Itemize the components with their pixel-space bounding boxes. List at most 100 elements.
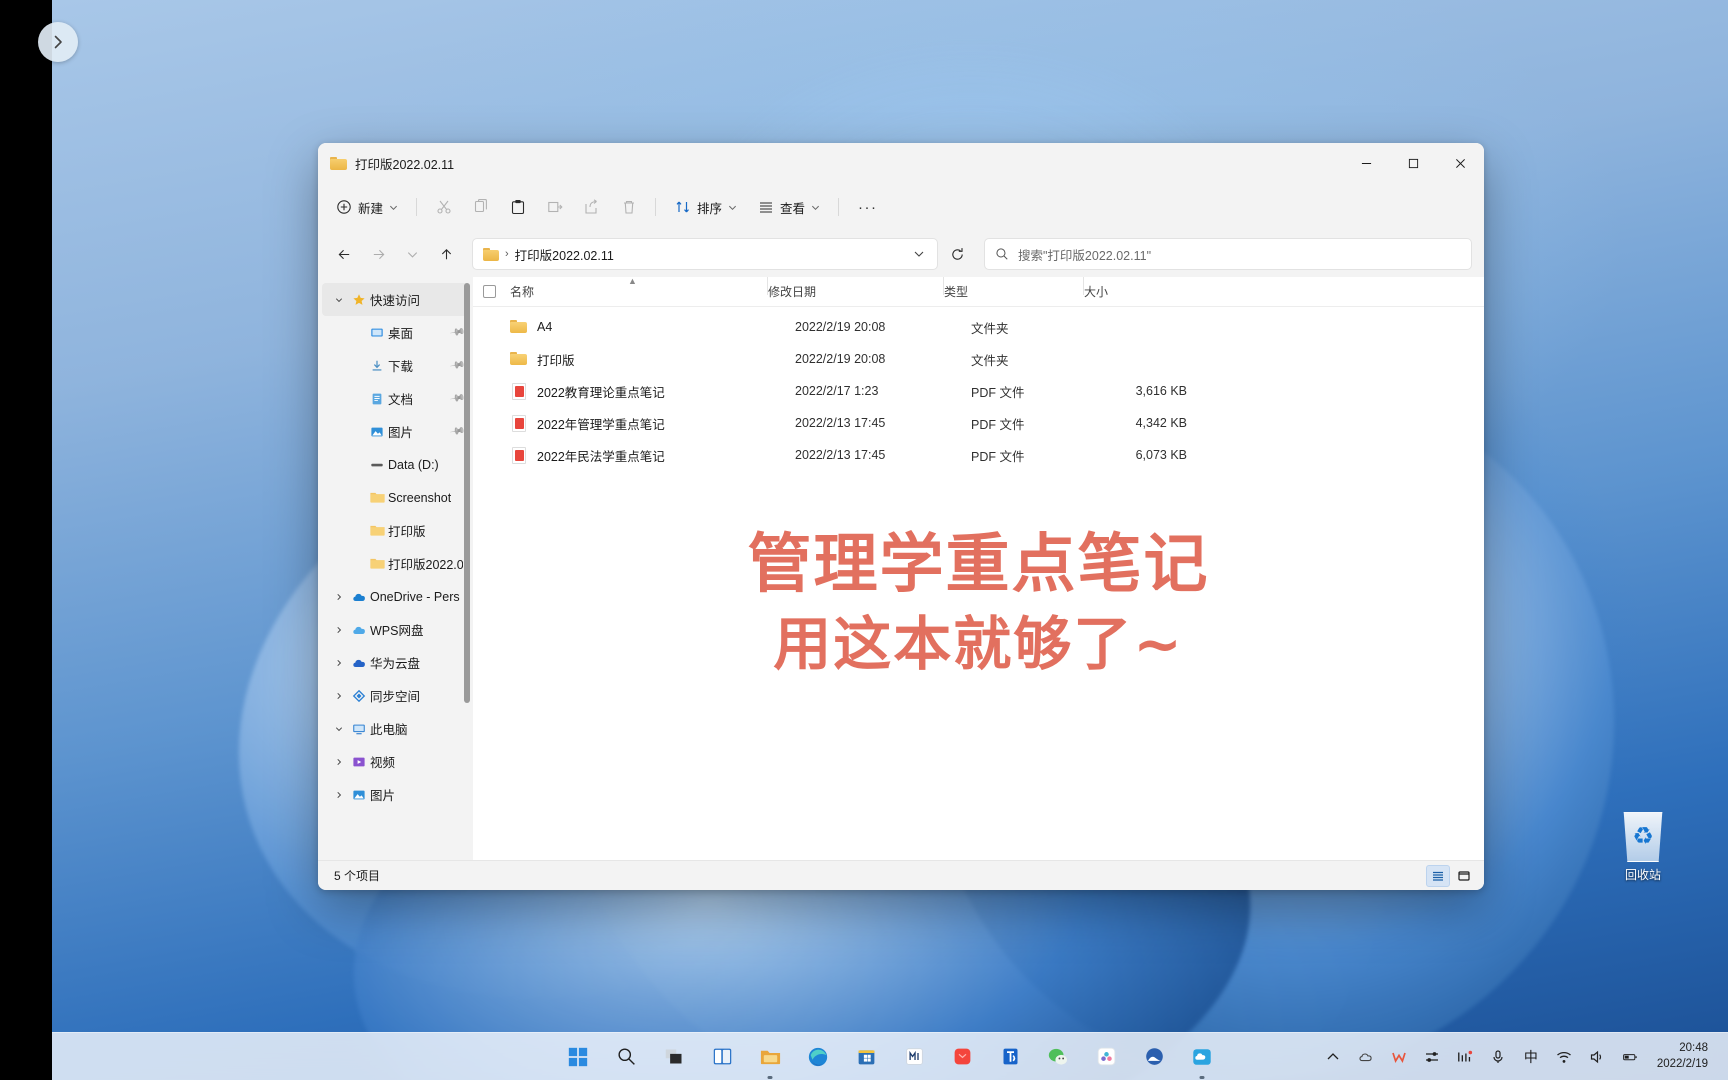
widgets-button[interactable] (705, 1040, 739, 1074)
paste-button[interactable] (500, 191, 535, 223)
file-explorer-button[interactable] (753, 1040, 787, 1079)
back-button[interactable] (328, 238, 360, 270)
share-button[interactable] (574, 191, 609, 223)
sidebar-item-4[interactable]: 文档 📌 (322, 382, 469, 415)
sidebar-item-7[interactable]: Screenshot (322, 481, 469, 514)
address-dropdown-button[interactable] (907, 242, 931, 266)
chevron-right-icon[interactable] (330, 646, 348, 679)
sort-button[interactable]: 排序 (665, 191, 746, 223)
chevron-right-icon[interactable] (330, 679, 348, 712)
sidebar-item-12[interactable]: 华为云盘 (322, 646, 469, 679)
chevron-down-icon[interactable] (330, 283, 348, 316)
xiaohongshu-button[interactable] (945, 1040, 979, 1074)
cut-button[interactable] (426, 191, 461, 223)
up-button[interactable] (430, 238, 462, 270)
panel-reveal-button[interactable] (38, 22, 78, 62)
battery-tray-icon[interactable] (1620, 1046, 1640, 1068)
more-options-button[interactable]: ··· (848, 191, 888, 223)
sync-disk-button[interactable] (1089, 1040, 1123, 1074)
row-checkbox[interactable] (483, 449, 496, 462)
view-button[interactable]: 查看 (748, 191, 829, 223)
chevron-down-icon[interactable] (330, 712, 348, 745)
document-icon (366, 382, 388, 415)
sidebar-scrollbar[interactable] (464, 283, 470, 703)
rename-button[interactable] (537, 191, 572, 223)
taskbar-clock[interactable]: 20:48 2022/2/19 (1657, 1041, 1708, 1072)
large-icons-view-button[interactable] (1452, 865, 1476, 887)
pin-icon[interactable]: 📌 (449, 324, 466, 340)
pin-icon[interactable]: 📌 (449, 390, 466, 406)
edge-button[interactable] (801, 1040, 835, 1074)
chevron-right-icon[interactable] (330, 745, 348, 778)
row-checkbox[interactable] (483, 417, 496, 430)
microsoft-store-button[interactable] (849, 1040, 883, 1074)
wps-icon (1392, 1052, 1406, 1063)
show-hidden-icons-button[interactable] (1323, 1046, 1343, 1068)
breadcrumb-current-path[interactable]: 打印版2022.02.11 (515, 245, 614, 264)
volume-tray-icon[interactable] (1587, 1046, 1607, 1068)
pin-icon[interactable]: 📌 (449, 357, 466, 373)
quark-button[interactable] (1137, 1040, 1171, 1074)
table-row[interactable]: 2022教育理论重点笔记 2022/2/17 1:23 PDF 文件 3,616 KB (473, 375, 1484, 407)
sidebar-item-5[interactable]: 图片 📌 (322, 415, 469, 448)
details-view-button[interactable] (1426, 864, 1450, 887)
cloud-tray-icon[interactable] (1356, 1046, 1376, 1068)
chevron-down-icon (407, 251, 417, 258)
start-button[interactable] (561, 1040, 595, 1074)
sidebar-item-9[interactable]: 打印版2022.02. (322, 547, 469, 580)
sidebar-item-10[interactable]: OneDrive - Pers (322, 580, 469, 613)
sidebar-item-2[interactable]: 桌面 📌 (322, 316, 469, 349)
sidebar-item-6[interactable]: Data (D:) (322, 448, 469, 481)
address-bar[interactable]: › 打印版2022.02.11 (472, 238, 938, 270)
table-row[interactable]: 2022年管理学重点笔记 2022/2/13 17:45 PDF 文件 4,342 K… (473, 407, 1484, 439)
copy-button[interactable] (463, 191, 498, 223)
chevron-right-icon[interactable] (330, 778, 348, 811)
sidebar-item-14[interactable]: 此电脑 (322, 712, 469, 745)
mindmaster-button[interactable] (897, 1040, 931, 1074)
sidebar-item-11[interactable]: WPS网盘 (322, 613, 469, 646)
table-row[interactable]: A4 2022/2/19 20:08 文件夹 (473, 311, 1484, 343)
pin-icon[interactable]: 📌 (449, 423, 466, 439)
onedrive-button[interactable] (1185, 1040, 1219, 1079)
table-row[interactable]: 打印版 2022/2/19 20:08 文件夹 (473, 343, 1484, 375)
chevron-right-icon[interactable] (330, 580, 348, 613)
close-button[interactable] (1437, 143, 1484, 183)
tim-button[interactable] (993, 1040, 1027, 1074)
stats-tray-icon[interactable] (1455, 1046, 1475, 1068)
minimize-button[interactable] (1343, 143, 1390, 183)
recent-locations-button[interactable] (396, 238, 428, 270)
wechat-button[interactable] (1041, 1040, 1075, 1074)
table-row[interactable]: 2022年民法学重点笔记 2022/2/13 17:45 PDF 文件 6,073 K… (473, 439, 1484, 471)
select-all-checkbox[interactable] (483, 285, 496, 298)
column-header-date[interactable]: 修改日期 (768, 277, 944, 300)
chevron-right-icon[interactable] (330, 613, 348, 646)
sidebar-item-1[interactable]: 快速访问 (322, 283, 469, 316)
search-button[interactable] (609, 1040, 643, 1074)
sidebar-item-8[interactable]: 打印版 (322, 514, 469, 547)
row-checkbox[interactable] (483, 321, 496, 334)
chevron-down-icon (729, 205, 737, 210)
sidebar-item-3[interactable]: 下载 📌 (322, 349, 469, 382)
sidebar-item-16[interactable]: 图片 (322, 778, 469, 811)
row-checkbox[interactable] (483, 353, 496, 366)
delete-button[interactable] (611, 191, 646, 223)
recycle-bin-desktop-icon[interactable]: ♻ 回收站 (1600, 812, 1686, 883)
wps-tray-icon[interactable] (1389, 1046, 1409, 1068)
window-titlebar[interactable]: 打印版2022.02.11 (318, 143, 1484, 183)
refresh-button[interactable] (942, 239, 972, 269)
forward-button[interactable] (362, 238, 394, 270)
column-header-size[interactable]: 大小 (1084, 283, 1184, 300)
wifi-tray-icon[interactable] (1554, 1046, 1574, 1068)
settings-sliders-tray-icon[interactable] (1422, 1046, 1442, 1068)
row-checkbox[interactable] (483, 385, 496, 398)
ime-indicator[interactable]: 中 (1521, 1046, 1541, 1068)
task-view-button[interactable] (657, 1040, 691, 1074)
search-input[interactable]: 搜索"打印版2022.02.11" (984, 238, 1472, 270)
new-button[interactable]: 新建 (328, 191, 407, 223)
sidebar-item-15[interactable]: 视频 (322, 745, 469, 778)
maximize-button[interactable] (1390, 143, 1437, 183)
microphone-tray-icon[interactable] (1488, 1046, 1508, 1068)
column-header-type[interactable]: 类型 (944, 277, 1084, 300)
sidebar-item-13[interactable]: 同步空间 (322, 679, 469, 712)
column-header-name[interactable]: 名称 ▲ (510, 276, 768, 300)
